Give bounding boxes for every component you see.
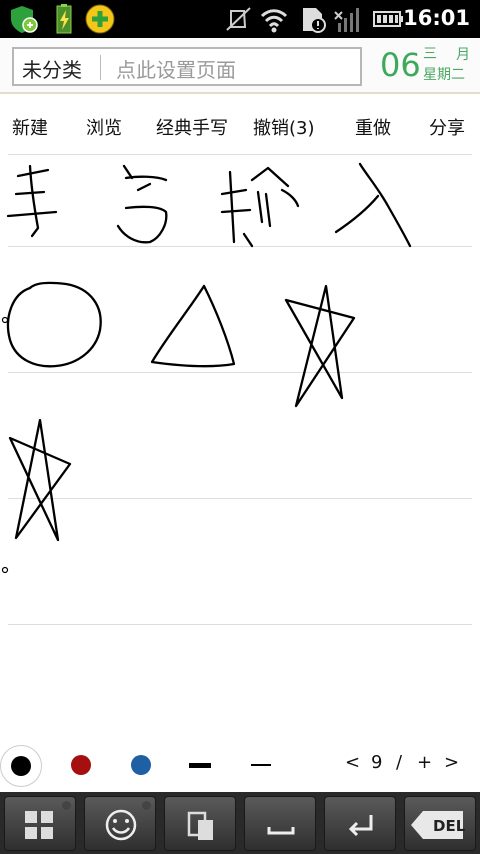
enter-key[interactable] [324, 796, 396, 851]
notification-card-icon [303, 8, 326, 33]
thick-pen-button[interactable] [189, 763, 211, 768]
title-bar: 未分类 点此设置页面 06 三 月 星期二 [0, 38, 480, 94]
new-button[interactable]: 新建 [12, 114, 48, 140]
date-day: 06 [380, 46, 421, 84]
thin-pen-button[interactable] [251, 764, 271, 766]
emoji-key[interactable] [84, 796, 156, 851]
date-weekday: 星期二 [423, 67, 465, 83]
enter-icon [348, 815, 373, 837]
emoji-icon [105, 809, 137, 841]
ink-dot [1, 566, 9, 574]
black-swatch[interactable] [11, 756, 31, 776]
space-icon [267, 827, 295, 835]
shield-check-icon [11, 6, 38, 33]
ink-dot [1, 316, 9, 324]
page-name-placeholder[interactable]: 点此设置页面 [116, 54, 236, 83]
handwriting-canvas[interactable] [0, 154, 480, 744]
status-time: 16:01 [403, 6, 470, 30]
next-page-button[interactable]: > [444, 752, 459, 773]
key-indicator [142, 801, 151, 810]
ink-triangle [150, 284, 236, 368]
page-title-field[interactable]: 未分类 点此设置页面 [12, 47, 362, 86]
battery-charging-icon [56, 4, 72, 34]
page-number: 9 [371, 752, 383, 773]
undo-button[interactable]: 撤销(3) [253, 114, 315, 140]
ink-character-2 [116, 164, 168, 244]
ink-circle [6, 281, 102, 368]
ink-character-1 [6, 164, 58, 238]
classic-handwriting-button[interactable]: 经典手写 [156, 114, 228, 140]
delete-label: DEL [433, 817, 466, 835]
battery-icon [373, 11, 403, 27]
space-key[interactable] [244, 796, 316, 851]
add-app-icon [85, 4, 115, 34]
handwriting-note-app: 未分类 点此设置页面 06 三 月 星期二 新建 浏览 经典手写 撤销(3) 重… [0, 38, 480, 792]
title-divider [100, 55, 101, 80]
ink-character-4 [334, 162, 412, 248]
ink-strokes [1, 162, 412, 574]
ink-character-3 [220, 166, 300, 248]
blue-swatch[interactable] [131, 755, 151, 775]
red-swatch[interactable] [71, 755, 91, 775]
toolbar: 新建 浏览 经典手写 撤销(3) 重做 分享 [0, 96, 480, 154]
date-top: 三 [423, 46, 437, 62]
grid-key[interactable] [4, 796, 76, 851]
signal-off-icon [334, 8, 359, 32]
clipboard-key[interactable] [164, 796, 236, 851]
share-button[interactable]: 分享 [429, 114, 465, 140]
input-method-bar: DEL [0, 792, 480, 854]
ink-star-1 [284, 284, 356, 408]
browse-button[interactable]: 浏览 [86, 114, 122, 140]
status-bar: 16:01 [0, 0, 480, 38]
grid-icon [25, 811, 53, 839]
redo-button[interactable]: 重做 [355, 114, 391, 140]
selected-color-ring[interactable] [0, 745, 42, 787]
category-label[interactable]: 未分类 [22, 54, 82, 83]
add-page-button[interactable]: + [417, 752, 432, 773]
clipboard-icon [187, 811, 213, 840]
pen-palette: < 9 / + > [0, 744, 480, 792]
wifi-icon [260, 9, 288, 33]
ink-star-2 [8, 418, 72, 542]
vibrate-off-icon [226, 7, 251, 31]
prev-page-button[interactable]: < [345, 752, 360, 773]
date-month: 月 [456, 47, 470, 63]
pager-separator: / [396, 752, 403, 773]
key-indicator [62, 801, 71, 810]
delete-key[interactable]: DEL [404, 796, 476, 851]
